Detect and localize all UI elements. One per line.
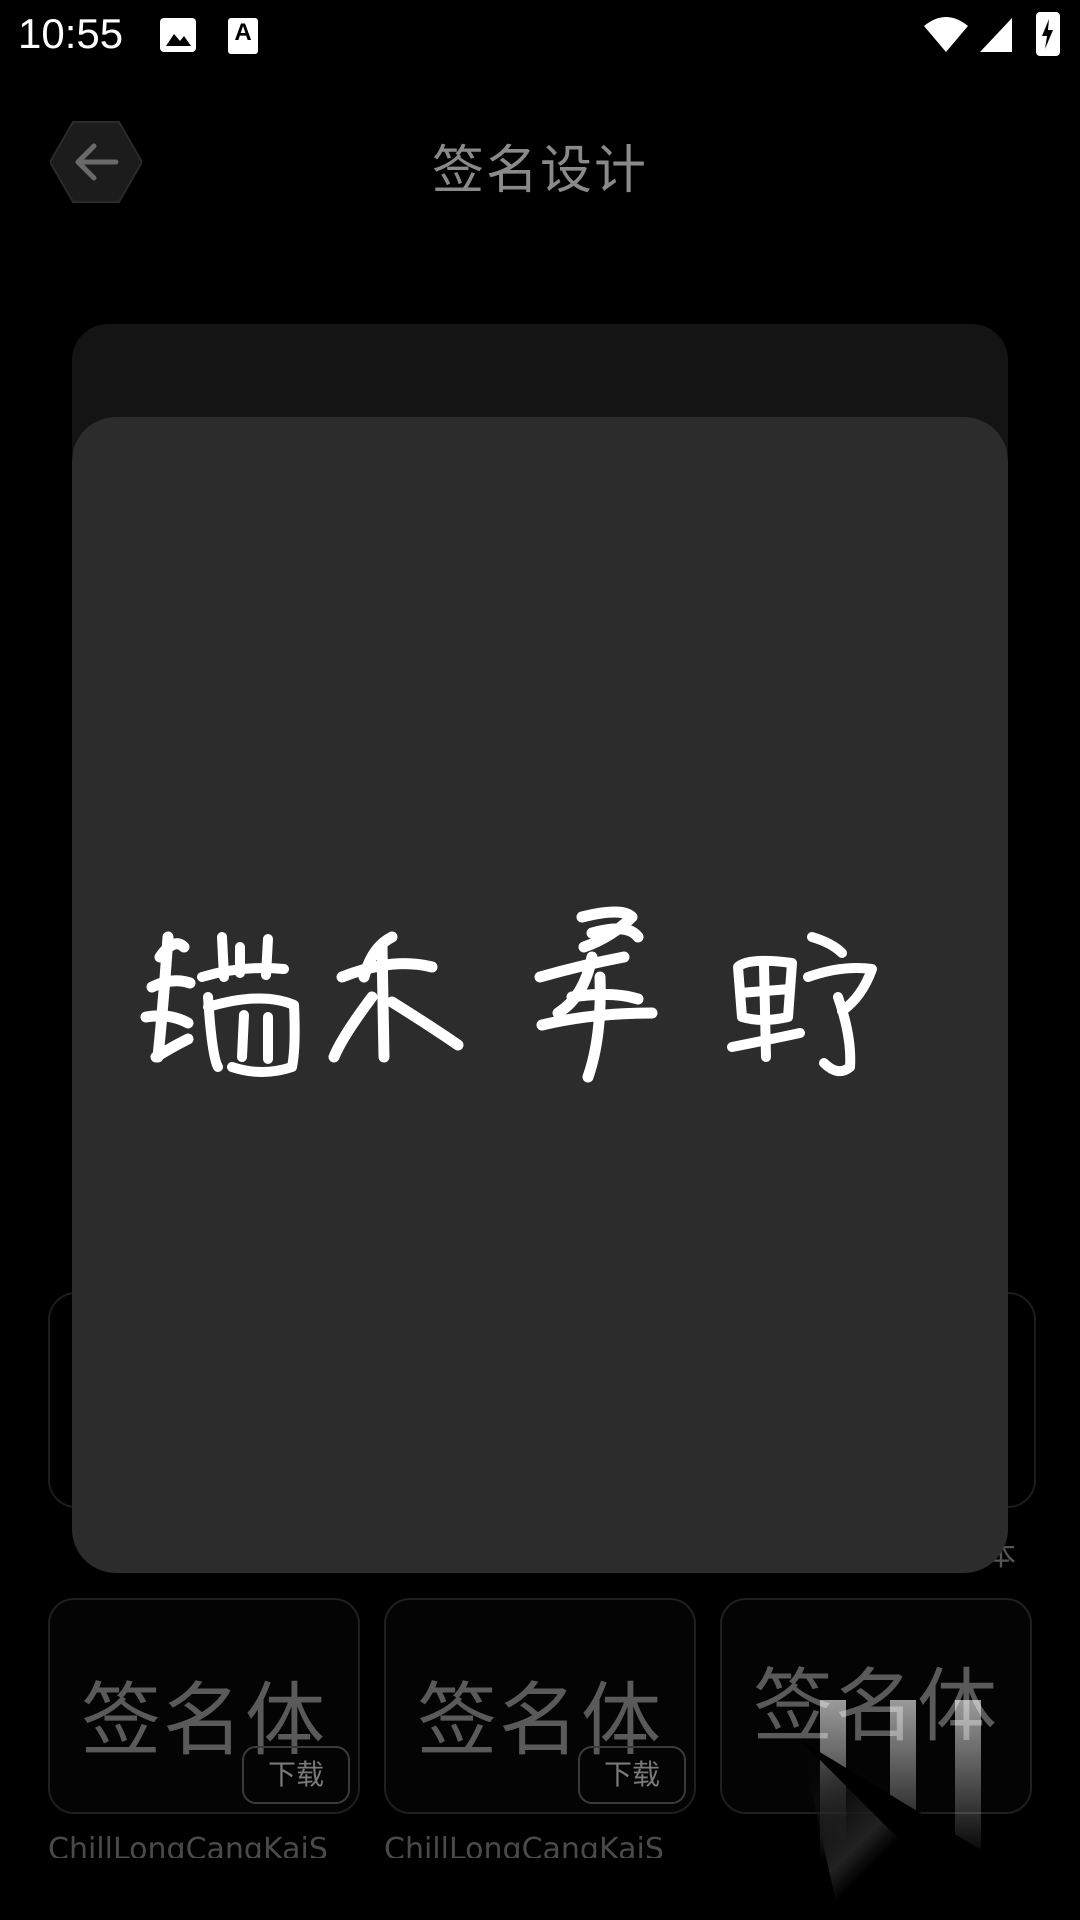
- font-name: ChillLongCangKaiS: [384, 1832, 664, 1858]
- status-time: 10:55: [18, 10, 124, 57]
- font-card[interactable]: 签名体 下载: [384, 1598, 696, 1814]
- status-bar: 10:55 A: [0, 0, 1080, 72]
- page-curl-decoration: [800, 1700, 1080, 1920]
- battery-charging-icon: [1036, 12, 1060, 56]
- download-button[interactable]: 下载: [242, 1746, 350, 1804]
- signature-preview-card: [72, 417, 1008, 1573]
- download-button[interactable]: 下载: [578, 1746, 686, 1804]
- gallery-icon: [160, 18, 196, 52]
- page-title: 签名设计: [431, 141, 648, 201]
- font-a-icon: A: [228, 18, 258, 54]
- wifi-icon: [922, 16, 970, 58]
- font-card[interactable]: 签名体 下载: [48, 1598, 360, 1814]
- signal-icon: [978, 16, 1014, 58]
- signature-image: [140, 906, 877, 1083]
- font-name: ChillLongCangKaiS: [48, 1832, 328, 1858]
